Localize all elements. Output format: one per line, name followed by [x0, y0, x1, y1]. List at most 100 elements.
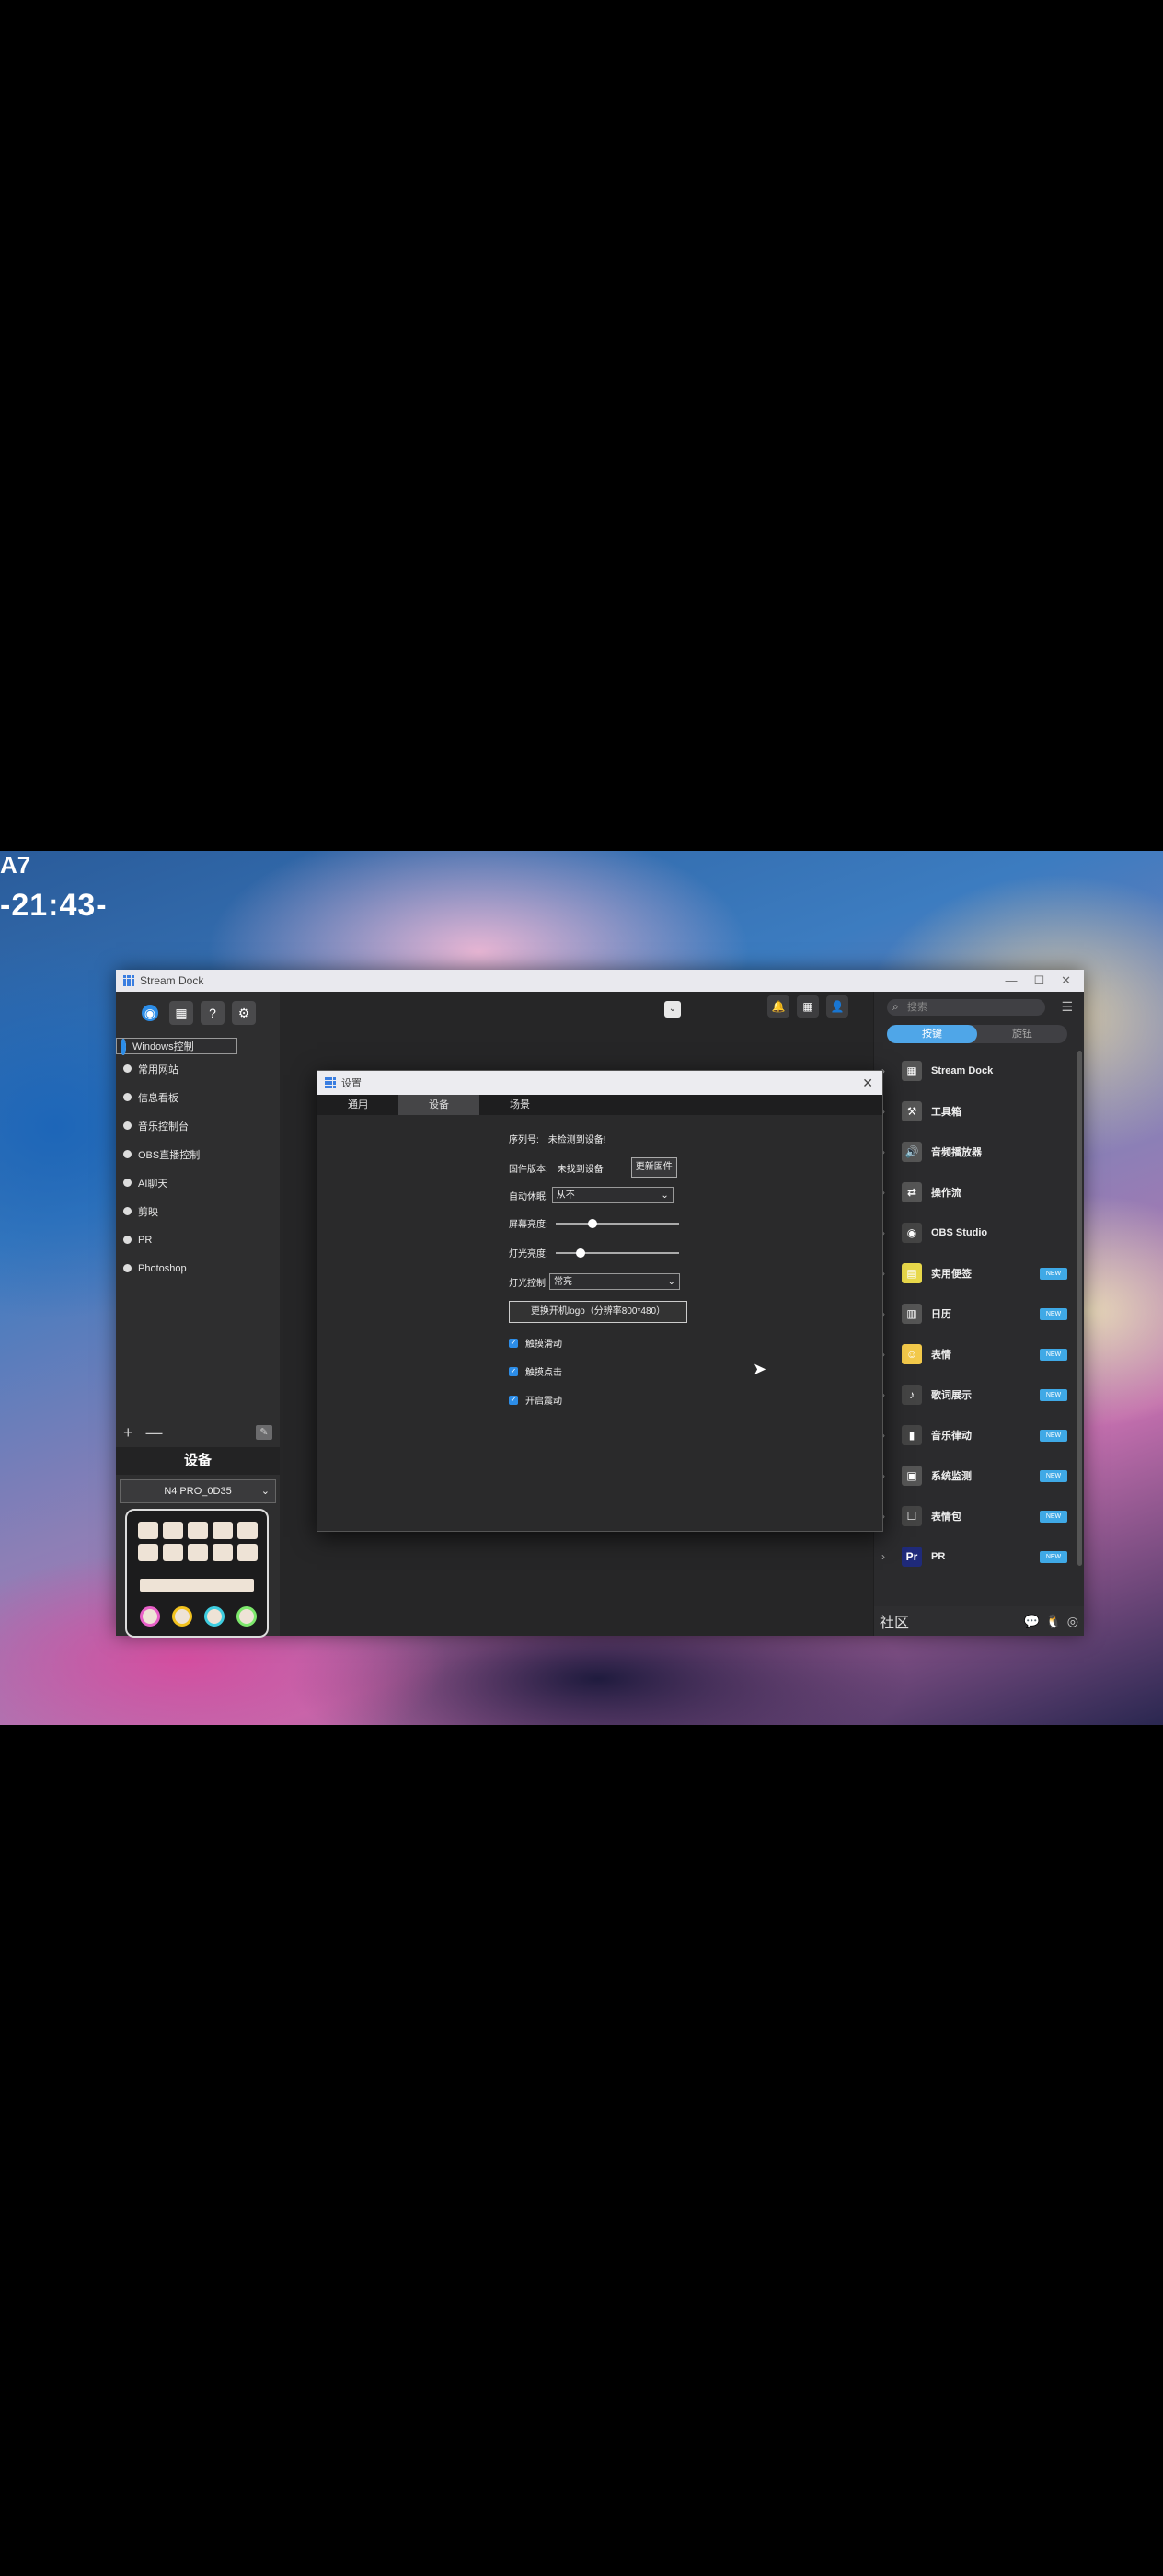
checkbox-icon[interactable]: ✓	[509, 1338, 518, 1348]
checkbox-row[interactable]: ✓ 触摸点击	[509, 1364, 562, 1378]
scene-item[interactable]: Photoshop	[116, 1254, 280, 1282]
plugin-item[interactable]: › ⚒ 工具箱	[874, 1091, 1075, 1132]
device-key[interactable]	[188, 1522, 208, 1539]
light-control-select[interactable]: 常亮 ⌄	[549, 1273, 680, 1290]
plugin-item[interactable]: › ▮ 音乐律动 NEW	[874, 1415, 1075, 1455]
maximize-icon[interactable]: ☐	[1033, 973, 1044, 988]
dialog-titlebar[interactable]: 设置 ✕	[317, 1071, 882, 1095]
store-icon[interactable]: ▦	[169, 1001, 193, 1025]
plugin-item[interactable]: › ▥ 日历 NEW	[874, 1294, 1075, 1334]
knob-2[interactable]	[172, 1606, 192, 1627]
chevron-right-icon[interactable]: ›	[881, 1550, 894, 1563]
new-badge: NEW	[1040, 1429, 1067, 1442]
chat-icon[interactable]: 💬	[1024, 1614, 1040, 1629]
qq-icon[interactable]: 🐧	[1045, 1614, 1061, 1629]
device-key[interactable]	[213, 1522, 233, 1539]
plugin-search-input[interactable]: ⌕ 搜索	[887, 999, 1045, 1016]
device-key[interactable]	[163, 1522, 183, 1539]
change-boot-logo-button[interactable]: 更换开机logo（分辨率800*480）	[509, 1301, 687, 1323]
remove-scene-button[interactable]: —	[146, 1423, 163, 1443]
window-titlebar[interactable]: Stream Dock — ☐ ✕	[116, 970, 1084, 992]
scene-item[interactable]: 常用网站	[116, 1054, 280, 1083]
device-select[interactable]: N4 PRO_0D35 ⌄	[120, 1479, 276, 1503]
community-label[interactable]: 社区	[880, 1610, 909, 1632]
touch-strip[interactable]	[140, 1579, 254, 1592]
wechat-icon[interactable]: ◎	[1067, 1614, 1078, 1629]
chevron-right-icon[interactable]: ›	[881, 1145, 894, 1158]
list-menu-icon[interactable]: ☰	[1061, 999, 1073, 1015]
device-key[interactable]	[138, 1522, 158, 1539]
chevron-right-icon[interactable]: ›	[881, 1064, 894, 1077]
scene-item[interactable]: 音乐控制台	[116, 1111, 280, 1140]
edit-icon[interactable]: ✎	[256, 1425, 272, 1440]
plugin-tab-switch: 按键 旋钮	[887, 1025, 1067, 1043]
chevron-right-icon[interactable]: ›	[881, 1226, 894, 1239]
plugin-item[interactable]: › ▦ Stream Dock	[874, 1051, 1075, 1091]
close-icon[interactable]: ✕	[1061, 973, 1071, 988]
dialog-close-icon[interactable]: ✕	[862, 1075, 873, 1091]
update-firmware-button[interactable]: 更新固件	[630, 1157, 677, 1178]
device-key[interactable]	[237, 1522, 258, 1539]
chevron-right-icon[interactable]: ›	[881, 1510, 894, 1523]
scene-item[interactable]: 剪映	[116, 1197, 280, 1225]
profile-dropdown-button[interactable]: ⌄	[664, 1001, 681, 1018]
checkbox-icon[interactable]: ✓	[509, 1395, 518, 1405]
plugin-scrollbar[interactable]	[1077, 1051, 1082, 1566]
account-icon[interactable]: ◉	[142, 1005, 158, 1021]
plugin-item[interactable]: › ⇄ 操作流	[874, 1172, 1075, 1213]
add-scene-button[interactable]: +	[123, 1423, 133, 1443]
chevron-right-icon[interactable]: ›	[881, 1105, 894, 1118]
device-key[interactable]	[237, 1544, 258, 1561]
chevron-right-icon[interactable]: ›	[881, 1186, 894, 1199]
device-key[interactable]	[138, 1544, 158, 1561]
plugin-tab[interactable]: 旋钮	[977, 1025, 1067, 1043]
user-icon[interactable]: 👤	[826, 995, 848, 1018]
plugin-item[interactable]: › ☐ 表情包 NEW	[874, 1496, 1075, 1536]
plugin-item[interactable]: › ♪ 歌词展示 NEW	[874, 1374, 1075, 1415]
device-key[interactable]	[163, 1544, 183, 1561]
chevron-right-icon[interactable]: ›	[881, 1348, 894, 1361]
plugin-item[interactable]: › ☺ 表情 NEW	[874, 1334, 1075, 1374]
help-icon[interactable]: ?	[201, 1001, 225, 1025]
chevron-right-icon[interactable]: ›	[881, 1388, 894, 1401]
scene-item[interactable]: Windows控制	[116, 1038, 237, 1055]
dialog-tab[interactable]: 设备	[398, 1095, 479, 1115]
scene-item[interactable]: AI聊天	[116, 1168, 280, 1197]
slider-handle[interactable]	[587, 1218, 597, 1228]
scene-item[interactable]: OBS直播控制	[116, 1140, 280, 1168]
new-badge: NEW	[1040, 1510, 1067, 1523]
chevron-right-icon[interactable]: ›	[881, 1307, 894, 1320]
checkbox-icon[interactable]: ✓	[509, 1366, 518, 1376]
screen-brightness-slider[interactable]	[555, 1218, 679, 1228]
plugin-tab[interactable]: 按键	[887, 1025, 977, 1043]
plugin-item[interactable]: › 🔊 音频播放器	[874, 1132, 1075, 1172]
slider-handle[interactable]	[576, 1248, 586, 1258]
minimize-icon[interactable]: —	[1005, 973, 1017, 988]
dialog-tab[interactable]: 场景	[479, 1095, 560, 1115]
chevron-right-icon[interactable]: ›	[881, 1267, 894, 1280]
knob-1[interactable]	[140, 1606, 160, 1627]
settings-icon[interactable]: ⚙	[232, 1001, 256, 1025]
device-key[interactable]	[213, 1544, 233, 1561]
knob-3[interactable]	[204, 1606, 225, 1627]
chevron-right-icon[interactable]: ›	[881, 1469, 894, 1482]
knob-4[interactable]	[236, 1606, 257, 1627]
checkbox-row[interactable]: ✓ 触摸滑动	[509, 1336, 562, 1350]
light-brightness-slider[interactable]	[555, 1248, 679, 1258]
plugin-name: OBS Studio	[931, 1227, 988, 1238]
dialog-tab[interactable]: 通用	[317, 1095, 398, 1115]
community-bar: 社区 💬 🐧 ◎	[874, 1606, 1084, 1636]
plugin-item[interactable]: › Pr PR NEW	[874, 1536, 1075, 1577]
app-logo-icon	[123, 975, 134, 986]
plugin-item[interactable]: › ◉ OBS Studio	[874, 1213, 1075, 1253]
plugin-item[interactable]: › ▣ 系统监测 NEW	[874, 1455, 1075, 1496]
scene-item[interactable]: 信息看板	[116, 1083, 280, 1111]
bell-icon[interactable]: 🔔	[767, 995, 789, 1018]
checkbox-row[interactable]: ✓ 开启震动	[509, 1393, 562, 1407]
scene-item[interactable]: PR	[116, 1225, 280, 1254]
color-grid-icon[interactable]: ▦	[797, 995, 819, 1018]
auto-sleep-select[interactable]: 从不 ⌄	[551, 1187, 674, 1203]
chevron-right-icon[interactable]: ›	[881, 1429, 894, 1442]
device-key[interactable]	[188, 1544, 208, 1561]
plugin-item[interactable]: › ▤ 实用便签 NEW	[874, 1253, 1075, 1294]
